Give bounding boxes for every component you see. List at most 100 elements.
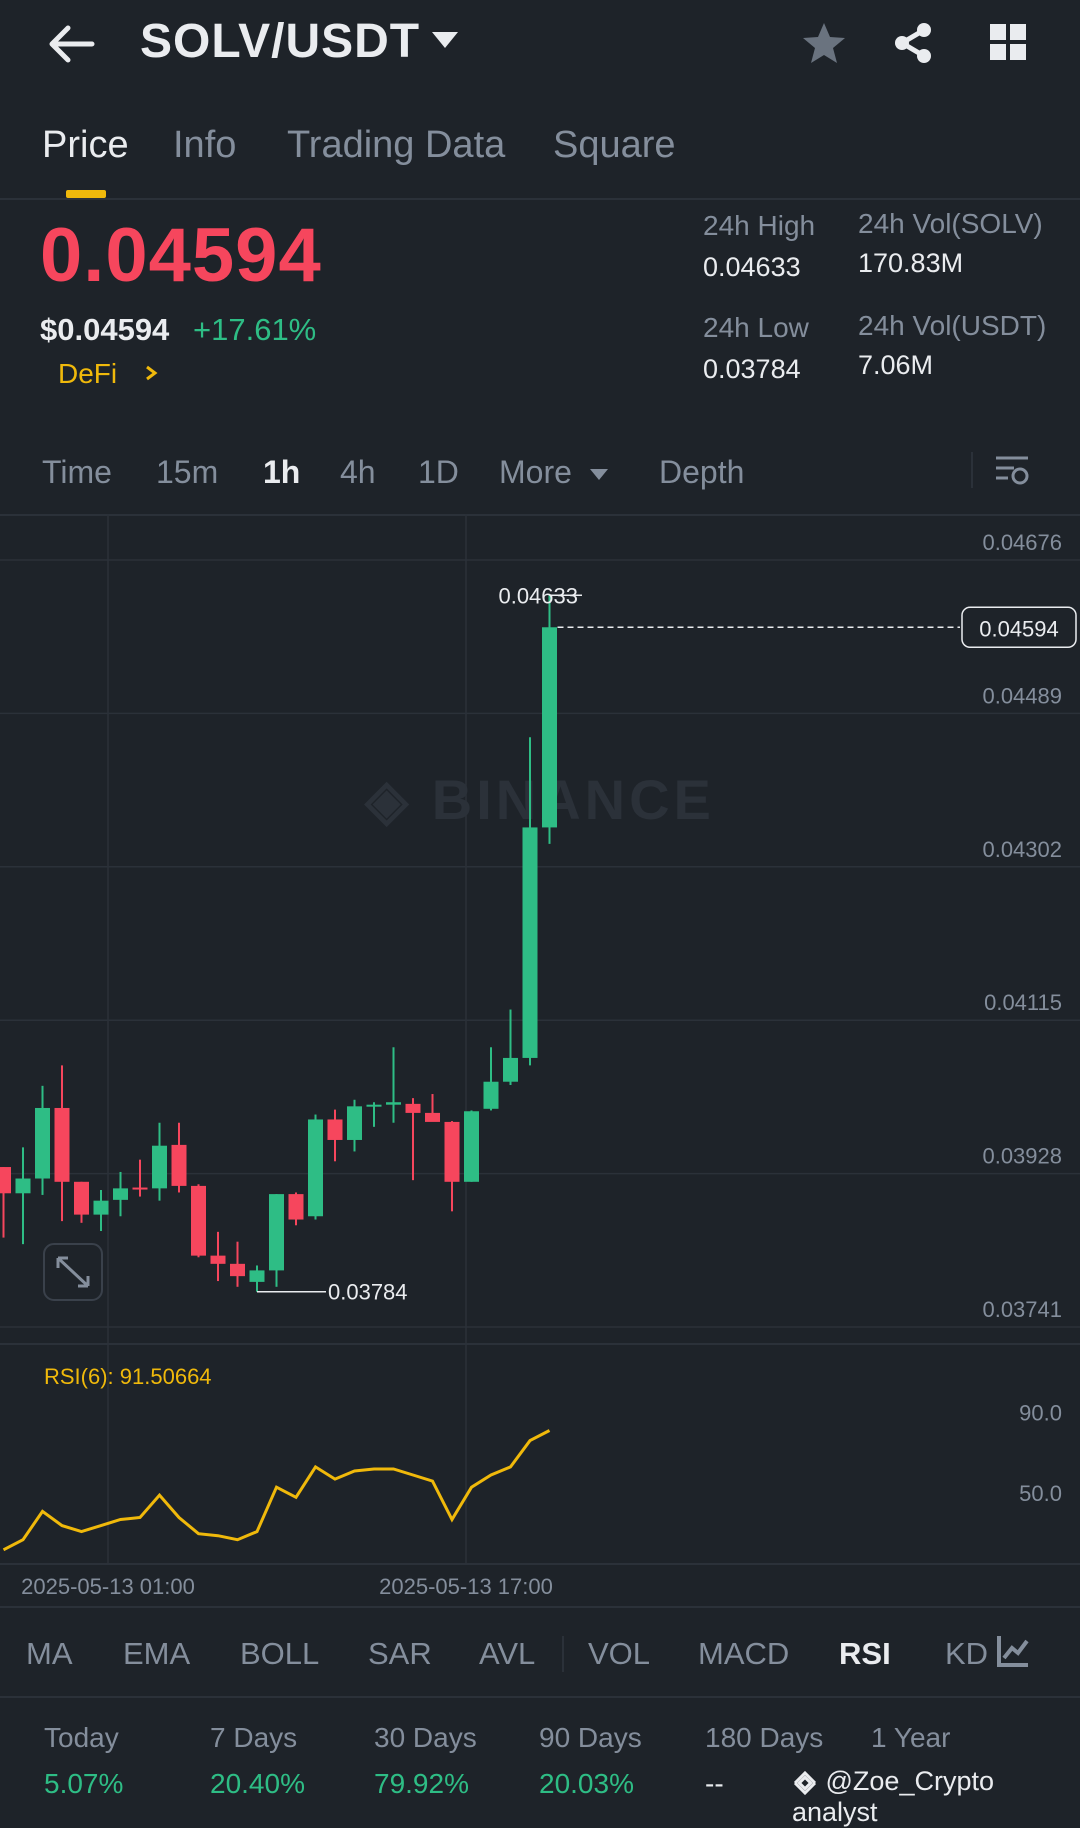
- star-icon[interactable]: [800, 20, 848, 66]
- high-marker-label: 0.04633: [498, 583, 578, 608]
- usd-price: $0.04594: [40, 312, 170, 347]
- indicator-kd[interactable]: KD: [945, 1636, 988, 1672]
- indicator-rsi[interactable]: RSI: [839, 1636, 891, 1672]
- divider: [0, 1696, 1080, 1698]
- performance-value: 5.07%: [44, 1768, 124, 1799]
- rsi-axis-tick-label: 50.0: [1019, 1481, 1062, 1506]
- candle-body: [210, 1255, 226, 1264]
- performance-value: 79.92%: [374, 1768, 469, 1799]
- interval-1h[interactable]: 1h: [263, 454, 300, 491]
- performance-label: 30 Days: [374, 1722, 477, 1753]
- interval-more[interactable]: More: [499, 454, 609, 491]
- candle-body: [522, 827, 538, 1058]
- y-axis-tick-label: 0.04302: [982, 837, 1062, 862]
- candle-body: [249, 1270, 265, 1282]
- interval-time[interactable]: Time: [42, 454, 112, 491]
- candle-body: [386, 1102, 401, 1105]
- tab-trading-data[interactable]: Trading Data: [287, 124, 505, 167]
- stat-24h-high-value: 0.04633: [703, 252, 801, 282]
- candle-body: [464, 1111, 479, 1182]
- candle-body: [503, 1057, 518, 1082]
- header-bar: SOLV/USDT: [0, 0, 1080, 90]
- author-watermark: @Zoe_Crypto analyst: [792, 1766, 1080, 1828]
- candle-body: [444, 1121, 460, 1182]
- indicator-ema[interactable]: EMA: [123, 1636, 190, 1672]
- x-axis-tick-label: 2025-05-13 01:00: [21, 1574, 195, 1599]
- rsi-label: RSI(6): 91.50664: [44, 1364, 212, 1389]
- interval-1d[interactable]: 1D: [418, 454, 459, 491]
- divider: [0, 198, 1080, 200]
- candle-body: [171, 1144, 187, 1186]
- stat-vol-quote-label: 24h Vol(USDT): [858, 310, 1047, 341]
- candle-body: [113, 1188, 128, 1200]
- candle-body: [93, 1200, 109, 1215]
- interval-more-label: More: [499, 454, 572, 490]
- candle-body: [35, 1107, 50, 1179]
- expand-icon: [56, 1256, 90, 1288]
- last-price: 0.04594: [40, 213, 322, 298]
- interval-4h[interactable]: 4h: [340, 454, 376, 491]
- indicator-vol[interactable]: VOL: [588, 1636, 650, 1672]
- stat-24h-high-label: 24h High: [703, 210, 816, 241]
- indicator-sar[interactable]: SAR: [368, 1636, 432, 1672]
- performance-value: --: [705, 1768, 724, 1799]
- candle-body: [74, 1181, 89, 1215]
- candle-body: [152, 1145, 167, 1189]
- candle-body: [288, 1194, 304, 1220]
- rsi-axis-tick-label: 90.0: [1019, 1400, 1062, 1425]
- performance-label: Today: [44, 1722, 119, 1753]
- interval-depth[interactable]: Depth: [659, 454, 744, 491]
- candle-body: [230, 1263, 245, 1277]
- stat-24h-low-label: 24h Low: [703, 312, 809, 343]
- candle-body: [483, 1081, 499, 1109]
- candle-body: [15, 1178, 31, 1194]
- category-label: DeFi: [58, 358, 118, 389]
- low-marker-label: 0.03784: [328, 1280, 408, 1305]
- binance-logo-icon: [793, 1770, 817, 1795]
- candle-body: [542, 627, 557, 828]
- candle-body: [327, 1119, 343, 1140]
- rsi-line: [2, 1429, 551, 1552]
- tab-price[interactable]: Price: [42, 124, 129, 167]
- candle-body: [191, 1185, 206, 1256]
- indicator-macd[interactable]: MACD: [698, 1636, 789, 1672]
- indicator-boll[interactable]: BOLL: [240, 1636, 319, 1672]
- candle-body: [54, 1107, 70, 1182]
- tab-square[interactable]: Square: [553, 124, 676, 167]
- candle-body: [132, 1187, 148, 1190]
- performance-label: 180 Days: [705, 1722, 824, 1753]
- divider: [562, 1636, 564, 1672]
- dropdown-caret-icon[interactable]: [430, 30, 460, 52]
- candle-body: [347, 1106, 362, 1140]
- pair-title[interactable]: SOLV/USDT: [140, 14, 420, 69]
- candle-body: [366, 1104, 382, 1107]
- binance-watermark: ◈ BINANCE: [363, 768, 715, 831]
- indicator-settings-icon[interactable]: [996, 1634, 1030, 1668]
- performance-label: 1 Year: [871, 1722, 951, 1753]
- stat-vol-base-value: 170.83M: [858, 248, 964, 278]
- stat-vol-quote-value: 7.06M: [858, 350, 934, 380]
- y-axis-tick-label: 0.03928: [982, 1144, 1062, 1169]
- performance-value: 20.03%: [539, 1768, 634, 1799]
- indicator-avl[interactable]: AVL: [479, 1636, 535, 1672]
- y-axis-tick-label: 0.03741: [982, 1297, 1062, 1322]
- y-axis-tick-label: 0.04676: [982, 530, 1062, 555]
- y-axis-tick-label: 0.04115: [984, 990, 1062, 1015]
- category-link[interactable]: DeFi: [58, 358, 161, 390]
- current-price-label: 0.04594: [979, 616, 1059, 641]
- author-handle: @Zoe_Crypto analyst: [792, 1766, 994, 1827]
- tab-info[interactable]: Info: [173, 124, 236, 167]
- back-arrow-icon[interactable]: [44, 22, 96, 66]
- y-axis-tick-label: 0.04489: [982, 683, 1062, 708]
- indicator-ma[interactable]: MA: [26, 1636, 73, 1672]
- divider: [0, 1606, 1080, 1608]
- share-icon[interactable]: [890, 20, 936, 66]
- stat-vol-base-label: 24h Vol(SOLV): [858, 208, 1043, 239]
- chart-settings-icon[interactable]: [994, 452, 1030, 488]
- price-change-percent: +17.61%: [193, 312, 317, 347]
- x-axis-tick-label: 2025-05-13 17:00: [379, 1574, 553, 1599]
- interval-15m[interactable]: 15m: [156, 454, 218, 491]
- grid-icon[interactable]: [988, 22, 1028, 62]
- candle-body: [308, 1119, 323, 1217]
- candlestick-chart[interactable]: 0.04676 0.04489 0.04302 0.04115 0.03928 0.037…: [0, 514, 1080, 1606]
